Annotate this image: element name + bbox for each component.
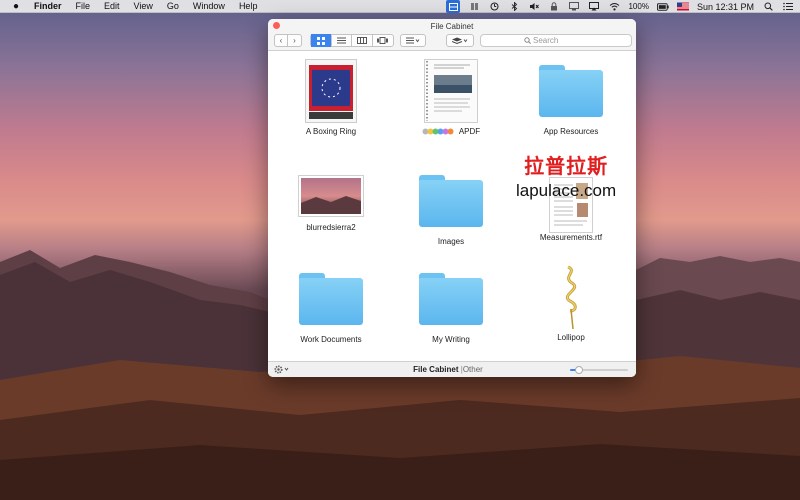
battery-percent: 100%	[628, 2, 649, 11]
menubar-clock[interactable]: Sun 12:31 PM	[697, 2, 754, 12]
boxing-ring-document-icon	[305, 59, 357, 123]
back-forward-control: ‹ ›	[274, 34, 302, 47]
folder-icon	[419, 175, 483, 227]
gear-icon[interactable]	[274, 365, 290, 376]
location-path: File Cabinet |Other	[368, 365, 528, 374]
mute-icon[interactable]	[528, 2, 540, 12]
folder-icon	[419, 273, 483, 325]
close-button[interactable]	[273, 22, 280, 29]
file-cabinet-menubar-icon[interactable]	[446, 0, 461, 13]
file-label: Lollipop	[557, 333, 585, 342]
folder-item[interactable]: My Writing	[392, 265, 510, 344]
menu-go[interactable]: Go	[167, 1, 179, 11]
columns-icon[interactable]	[468, 2, 480, 12]
search-placeholder: Search	[533, 36, 559, 45]
folder-icon	[539, 65, 603, 117]
file-item[interactable]: APDF	[392, 59, 510, 136]
watermark: 拉普拉斯 lapulace.com	[516, 150, 616, 201]
file-label-row: APDF	[392, 127, 510, 136]
wifi-icon[interactable]	[608, 2, 620, 12]
back-button[interactable]: ‹	[275, 34, 288, 47]
menu-app-finder[interactable]: Finder	[34, 1, 62, 11]
airplay-icon[interactable]	[588, 2, 600, 12]
watermark-url: lapulace.com	[516, 181, 617, 200]
menu-edit[interactable]: Edit	[104, 1, 120, 11]
watermark-chinese: 拉普拉斯	[524, 154, 609, 178]
folder-label: Work Documents	[300, 335, 362, 344]
slider-knob[interactable]	[574, 366, 583, 374]
menu-window[interactable]: Window	[193, 1, 225, 11]
file-item[interactable]: Lollipop	[512, 265, 630, 342]
folder-icon	[299, 273, 363, 325]
flag-icon[interactable]	[676, 2, 689, 12]
window-titlebar[interactable]: File Cabinet	[268, 19, 636, 33]
folder-item[interactable]: Images	[392, 169, 510, 246]
menu-bar: ● Finder File Edit View Go Window Help 1…	[0, 0, 800, 13]
arrange-menu-button[interactable]	[400, 34, 426, 47]
location-name[interactable]: File Cabinet	[413, 365, 458, 374]
icon-grid: A Boxing Ring APDF App Resources blurred…	[268, 51, 636, 361]
view-mode-control	[310, 34, 394, 47]
file-item[interactable]: blurredsierra2	[272, 169, 390, 232]
apple-menu-icon[interactable]: ●	[10, 1, 22, 12]
lollipop-image-icon	[556, 265, 586, 331]
list-view-button[interactable]	[332, 34, 352, 47]
menu-view[interactable]: View	[134, 1, 153, 11]
icon-view-button[interactable]	[311, 34, 332, 47]
folder-item[interactable]: Work Documents	[272, 265, 390, 344]
image-thumbnail-icon	[298, 175, 364, 223]
layers-menu-button[interactable]	[446, 34, 474, 47]
folder-label: App Resources	[543, 127, 599, 136]
folder-label: Images	[437, 237, 465, 246]
folder-item[interactable]: App Resources	[512, 59, 630, 136]
time-machine-icon[interactable]	[488, 2, 500, 12]
color-tags-icon	[422, 128, 454, 135]
lock-icon[interactable]	[548, 2, 560, 12]
pdf-document-icon	[424, 59, 478, 123]
window-statusbar: File Cabinet |Other	[268, 361, 636, 377]
file-label: Measurements.rtf	[539, 233, 603, 242]
file-label: blurredsierra2	[306, 223, 356, 232]
menu-help[interactable]: Help	[239, 1, 258, 11]
bluetooth-icon[interactable]	[508, 2, 520, 12]
window-toolbar: ‹ › Search	[268, 33, 636, 51]
forward-button[interactable]: ›	[288, 34, 301, 47]
battery-icon[interactable]	[656, 2, 669, 12]
icon-size-slider[interactable]	[570, 366, 628, 374]
display-icon[interactable]	[568, 2, 580, 12]
file-item[interactable]: A Boxing Ring	[272, 59, 390, 136]
window-title: File Cabinet	[430, 22, 474, 31]
spotlight-icon[interactable]	[762, 2, 774, 12]
search-icon	[524, 37, 531, 46]
file-label: APDF	[458, 127, 481, 136]
column-view-button[interactable]	[352, 34, 373, 47]
search-field[interactable]: Search	[480, 34, 632, 47]
file-label: A Boxing Ring	[305, 127, 357, 136]
notification-center-icon[interactable]	[782, 2, 794, 12]
folder-label: My Writing	[432, 335, 470, 344]
gallery-view-button[interactable]	[373, 34, 393, 47]
location-sub[interactable]: Other	[463, 365, 483, 374]
menu-file[interactable]: File	[76, 1, 91, 11]
